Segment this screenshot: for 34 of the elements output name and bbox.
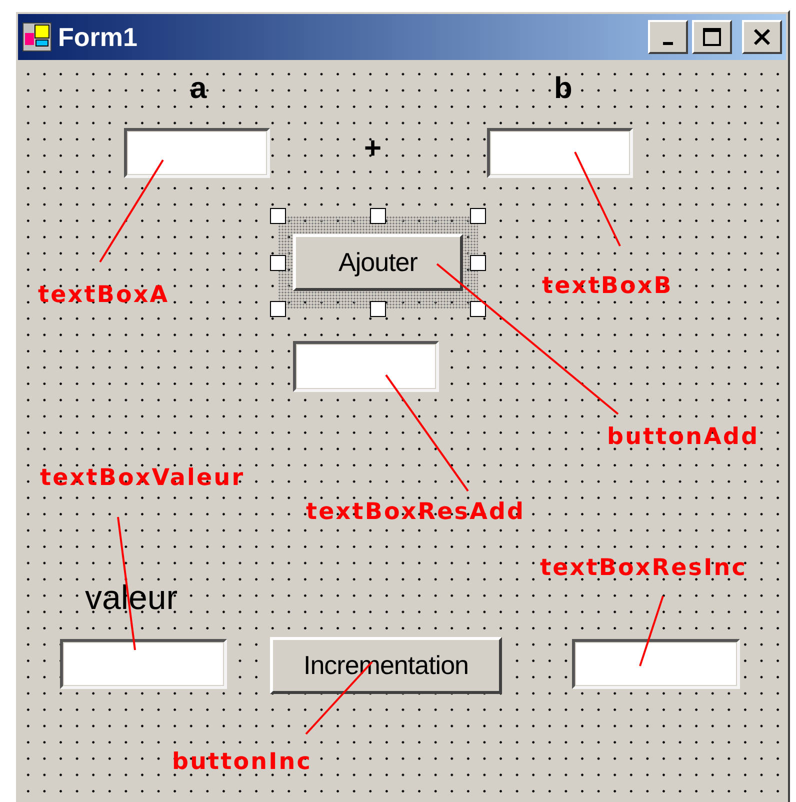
resize-handle[interactable]	[270, 301, 286, 317]
minimize-icon	[663, 42, 673, 44]
form-label: +	[364, 132, 382, 165]
annotation-label: buttonInc	[172, 749, 312, 775]
resize-handle[interactable]	[470, 301, 486, 317]
text-box[interactable]	[124, 128, 270, 178]
leader-line	[639, 596, 664, 666]
minimize-button[interactable]	[648, 20, 688, 54]
close-button[interactable]	[742, 20, 782, 54]
resize-handle[interactable]	[270, 254, 286, 270]
annotation-label: textBoxResInc	[540, 555, 747, 581]
form-button[interactable]: Ajouter	[293, 234, 463, 291]
text-box[interactable]	[60, 639, 227, 689]
form-icon	[22, 22, 52, 52]
resize-handle[interactable]	[370, 301, 386, 317]
annotation-label: textBoxResAdd	[306, 499, 526, 525]
form-button[interactable]: Incrementation	[270, 637, 502, 694]
resize-handle[interactable]	[470, 254, 486, 270]
resize-handle[interactable]	[470, 208, 486, 224]
text-box[interactable]	[572, 639, 740, 689]
form-label: b	[554, 72, 572, 105]
text-box[interactable]	[487, 128, 633, 178]
maximize-button[interactable]	[692, 20, 732, 54]
annotation-label: textBoxB	[542, 273, 673, 299]
annotation-label: textBoxValeur	[40, 465, 245, 491]
resize-handle[interactable]	[370, 208, 386, 224]
resize-handle[interactable]	[270, 208, 286, 224]
text-box[interactable]	[293, 341, 439, 392]
maximize-icon	[702, 27, 722, 47]
form-label: a	[190, 72, 207, 105]
window-title: Form1	[58, 22, 138, 52]
annotation-label: buttonAdd	[607, 424, 760, 450]
annotation-label: textBoxA	[38, 282, 170, 308]
close-icon	[752, 27, 772, 47]
